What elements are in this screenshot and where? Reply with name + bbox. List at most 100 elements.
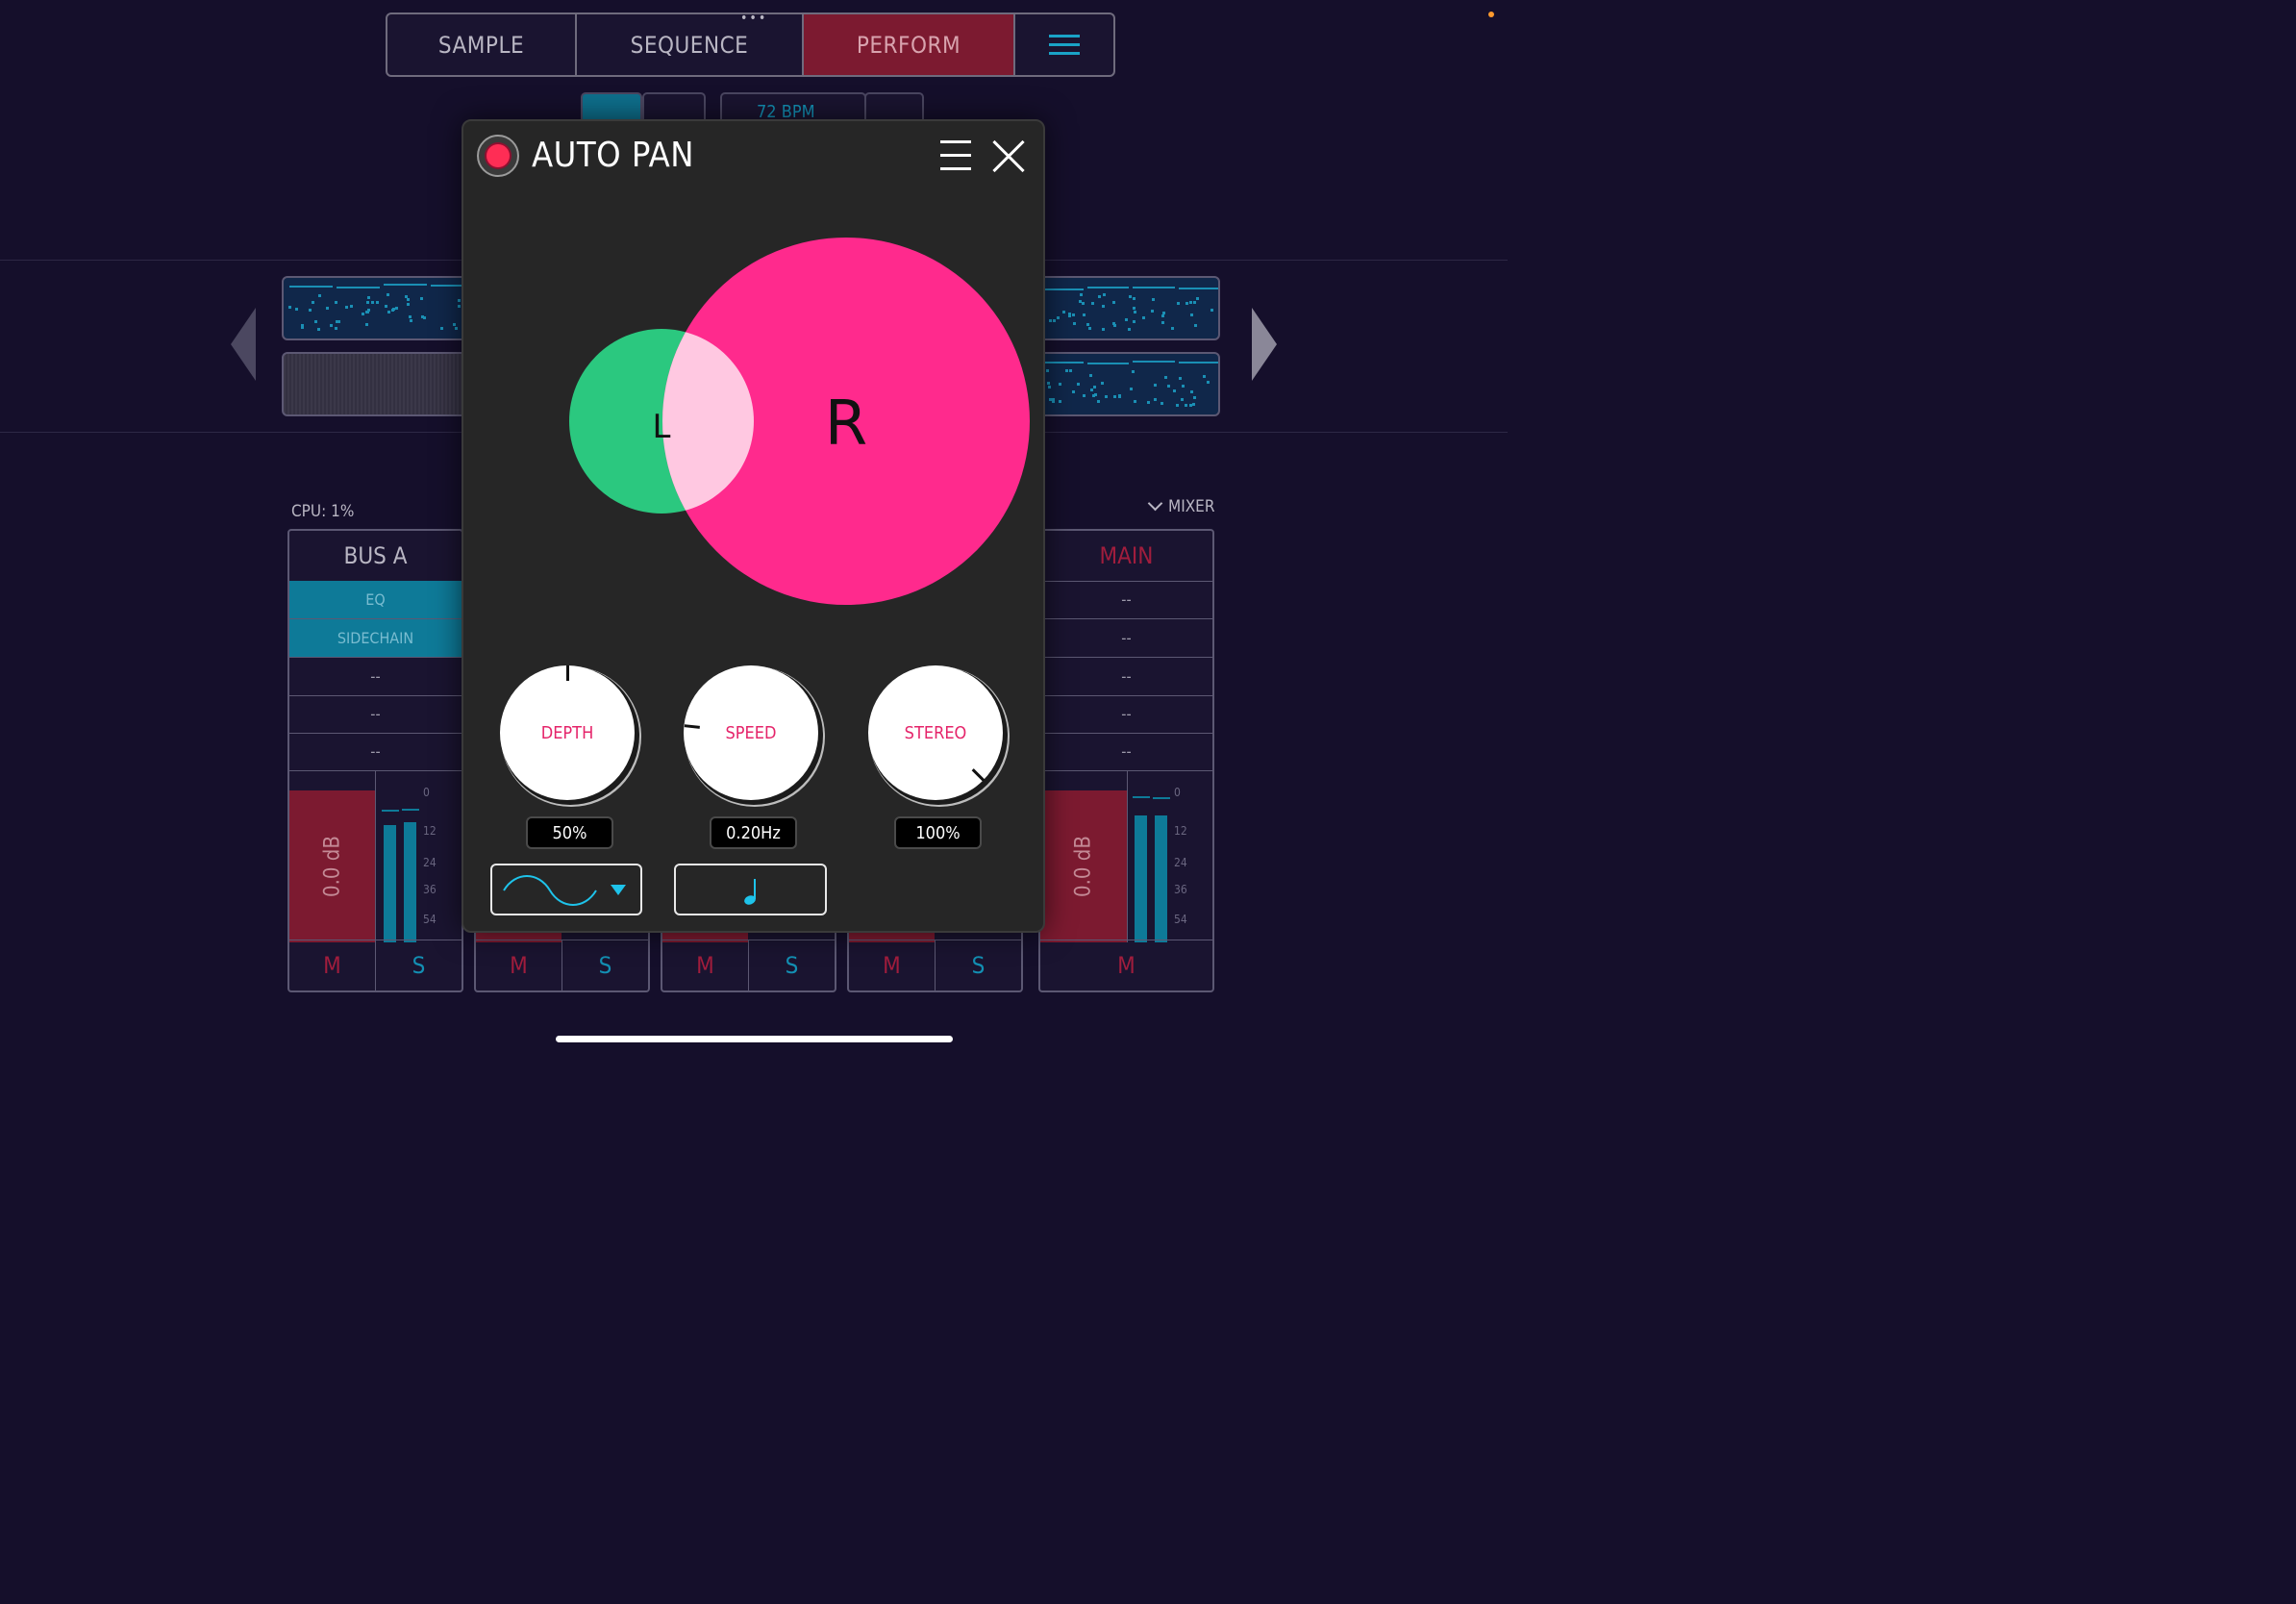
note-cell <box>1112 301 1115 304</box>
note-cell <box>1185 404 1187 407</box>
fx-slot[interactable]: -- <box>1040 695 1212 734</box>
pattern-clip[interactable] <box>1034 352 1220 416</box>
fx-slot[interactable]: -- <box>1040 619 1212 658</box>
fx-slot[interactable]: -- <box>1040 581 1212 619</box>
menu-button[interactable] <box>1015 14 1113 75</box>
note-cell <box>350 305 353 308</box>
empty-clip[interactable] <box>282 352 474 416</box>
note-cell <box>1194 324 1197 327</box>
note-cell <box>385 305 387 308</box>
tempo-sync-button[interactable] <box>674 864 827 915</box>
note-cell <box>1062 311 1065 313</box>
tab-sequence[interactable]: SEQUENCE <box>577 14 804 75</box>
pattern-clip[interactable] <box>1034 276 1220 340</box>
peak-marker <box>1153 797 1170 799</box>
note-cell <box>1196 297 1199 300</box>
solo-button[interactable]: S <box>749 940 835 990</box>
pan-visualizer: L R <box>569 238 1030 605</box>
waveform-dropdown[interactable] <box>490 864 642 915</box>
note-cell <box>317 328 320 331</box>
dropdown-arrow-icon <box>611 885 626 895</box>
mute-button[interactable]: M <box>849 940 936 990</box>
fx-slot[interactable]: -- <box>1040 658 1212 696</box>
meter-scale-label: 24 <box>423 856 437 869</box>
note-cell <box>336 320 338 323</box>
mute-button[interactable]: M <box>662 940 749 990</box>
note-cell <box>1192 403 1195 406</box>
fx-slot[interactable]: -- <box>289 733 462 771</box>
note-cell <box>1151 310 1154 313</box>
strip-title: BUS A <box>289 531 462 582</box>
note-cell <box>1101 382 1104 385</box>
note-bar <box>1178 288 1218 289</box>
peak-marker <box>1133 796 1150 798</box>
next-arrow-icon[interactable] <box>1252 308 1277 381</box>
note-cell <box>1103 293 1106 296</box>
note-cell <box>1177 302 1180 305</box>
note-cell <box>1160 402 1163 405</box>
note-cell <box>1053 319 1056 322</box>
note-cell <box>1068 314 1071 317</box>
note-cell <box>1210 309 1213 312</box>
tab-perform[interactable]: PERFORM <box>804 14 1015 75</box>
tab-sample[interactable]: SAMPLE <box>387 14 577 75</box>
note-cell <box>1130 388 1133 390</box>
volume-fader[interactable]: 0.0 dB <box>1040 790 1127 942</box>
note-cell <box>1118 394 1121 397</box>
chevron-down-icon <box>1147 495 1163 512</box>
close-icon[interactable] <box>991 139 1026 174</box>
note-cell <box>1193 396 1196 399</box>
note-bar <box>1086 363 1129 364</box>
note-cell <box>455 327 458 330</box>
mute-solo-row: M S <box>289 940 462 990</box>
previous-arrow-icon[interactable] <box>231 308 256 381</box>
stereo-knob[interactable]: STEREO <box>868 665 1003 800</box>
meter-scale-label: 36 <box>1174 883 1187 896</box>
speed-knob[interactable]: SPEED <box>684 665 818 800</box>
note-cell <box>1125 318 1128 321</box>
note-bar <box>289 286 333 288</box>
note-bar <box>1133 287 1175 288</box>
mute-button[interactable]: M <box>289 940 376 990</box>
note-cell <box>1090 388 1093 391</box>
solo-button[interactable]: S <box>936 940 1021 990</box>
hamburger-icon[interactable] <box>940 140 971 181</box>
pattern-clip[interactable] <box>282 276 474 340</box>
solo-button[interactable]: S <box>376 940 462 990</box>
knob-pointer <box>684 724 700 729</box>
mixer-strip-main: MAIN -- -- -- -- -- 0.0 dB 0 12 24 36 54… <box>1038 529 1214 992</box>
fx-slot[interactable]: SIDECHAIN <box>289 619 462 658</box>
mute-button[interactable]: M <box>476 940 562 990</box>
note-cell <box>1133 320 1136 323</box>
fx-slot[interactable]: -- <box>289 695 462 734</box>
record-enable-button[interactable] <box>477 135 519 177</box>
home-indicator[interactable] <box>556 1036 953 1042</box>
fader-level: 0.0 dB <box>1071 836 1096 897</box>
note-cell <box>1072 390 1075 393</box>
fx-slot[interactable]: EQ <box>289 581 462 619</box>
mute-button[interactable]: M <box>1040 940 1212 990</box>
note-cell <box>1112 322 1115 325</box>
fx-slot[interactable]: -- <box>1040 733 1212 771</box>
note-cell <box>1105 395 1108 398</box>
solo-button[interactable]: S <box>562 940 648 990</box>
note-cell <box>1065 369 1068 372</box>
fx-slot[interactable]: -- <box>289 658 462 696</box>
note-cell <box>1154 398 1157 401</box>
note-cell <box>367 296 370 299</box>
divider <box>375 771 376 942</box>
mixer-toggle[interactable]: MIXER <box>1147 495 1214 516</box>
note-cell <box>409 315 412 318</box>
volume-fader[interactable]: 0.0 dB <box>289 790 375 942</box>
left-label: L <box>653 408 671 446</box>
more-dots-icon[interactable]: ••• <box>740 11 767 26</box>
note-cell <box>395 307 398 310</box>
note-cell <box>1048 386 1051 388</box>
note-cell <box>1167 385 1170 388</box>
mute-solo-row: MS <box>476 940 648 990</box>
knob-pointer <box>971 768 985 782</box>
note-cell <box>362 313 364 315</box>
meter-scale-label: 0 <box>1174 786 1181 799</box>
depth-knob[interactable]: DEPTH <box>500 665 635 800</box>
note-cell <box>407 303 410 306</box>
